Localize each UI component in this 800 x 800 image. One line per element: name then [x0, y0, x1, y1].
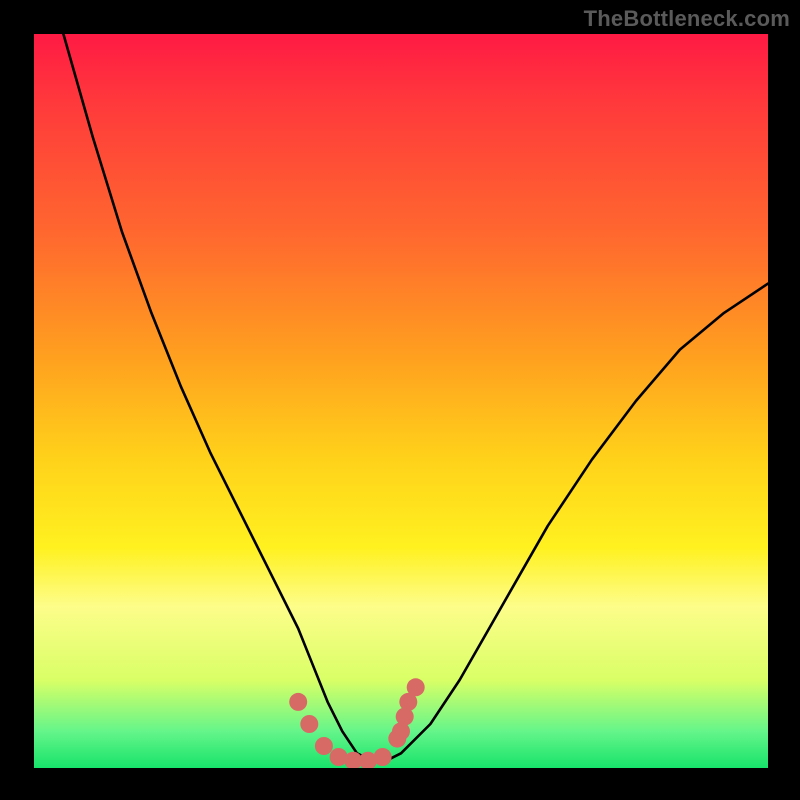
- chart-frame: TheBottleneck.com: [0, 0, 800, 800]
- bottleneck-curve: [63, 34, 768, 761]
- plot-area: [34, 34, 768, 768]
- chart-svg: [34, 34, 768, 768]
- highlight-dots: [289, 678, 425, 768]
- watermark-text: TheBottleneck.com: [584, 6, 790, 32]
